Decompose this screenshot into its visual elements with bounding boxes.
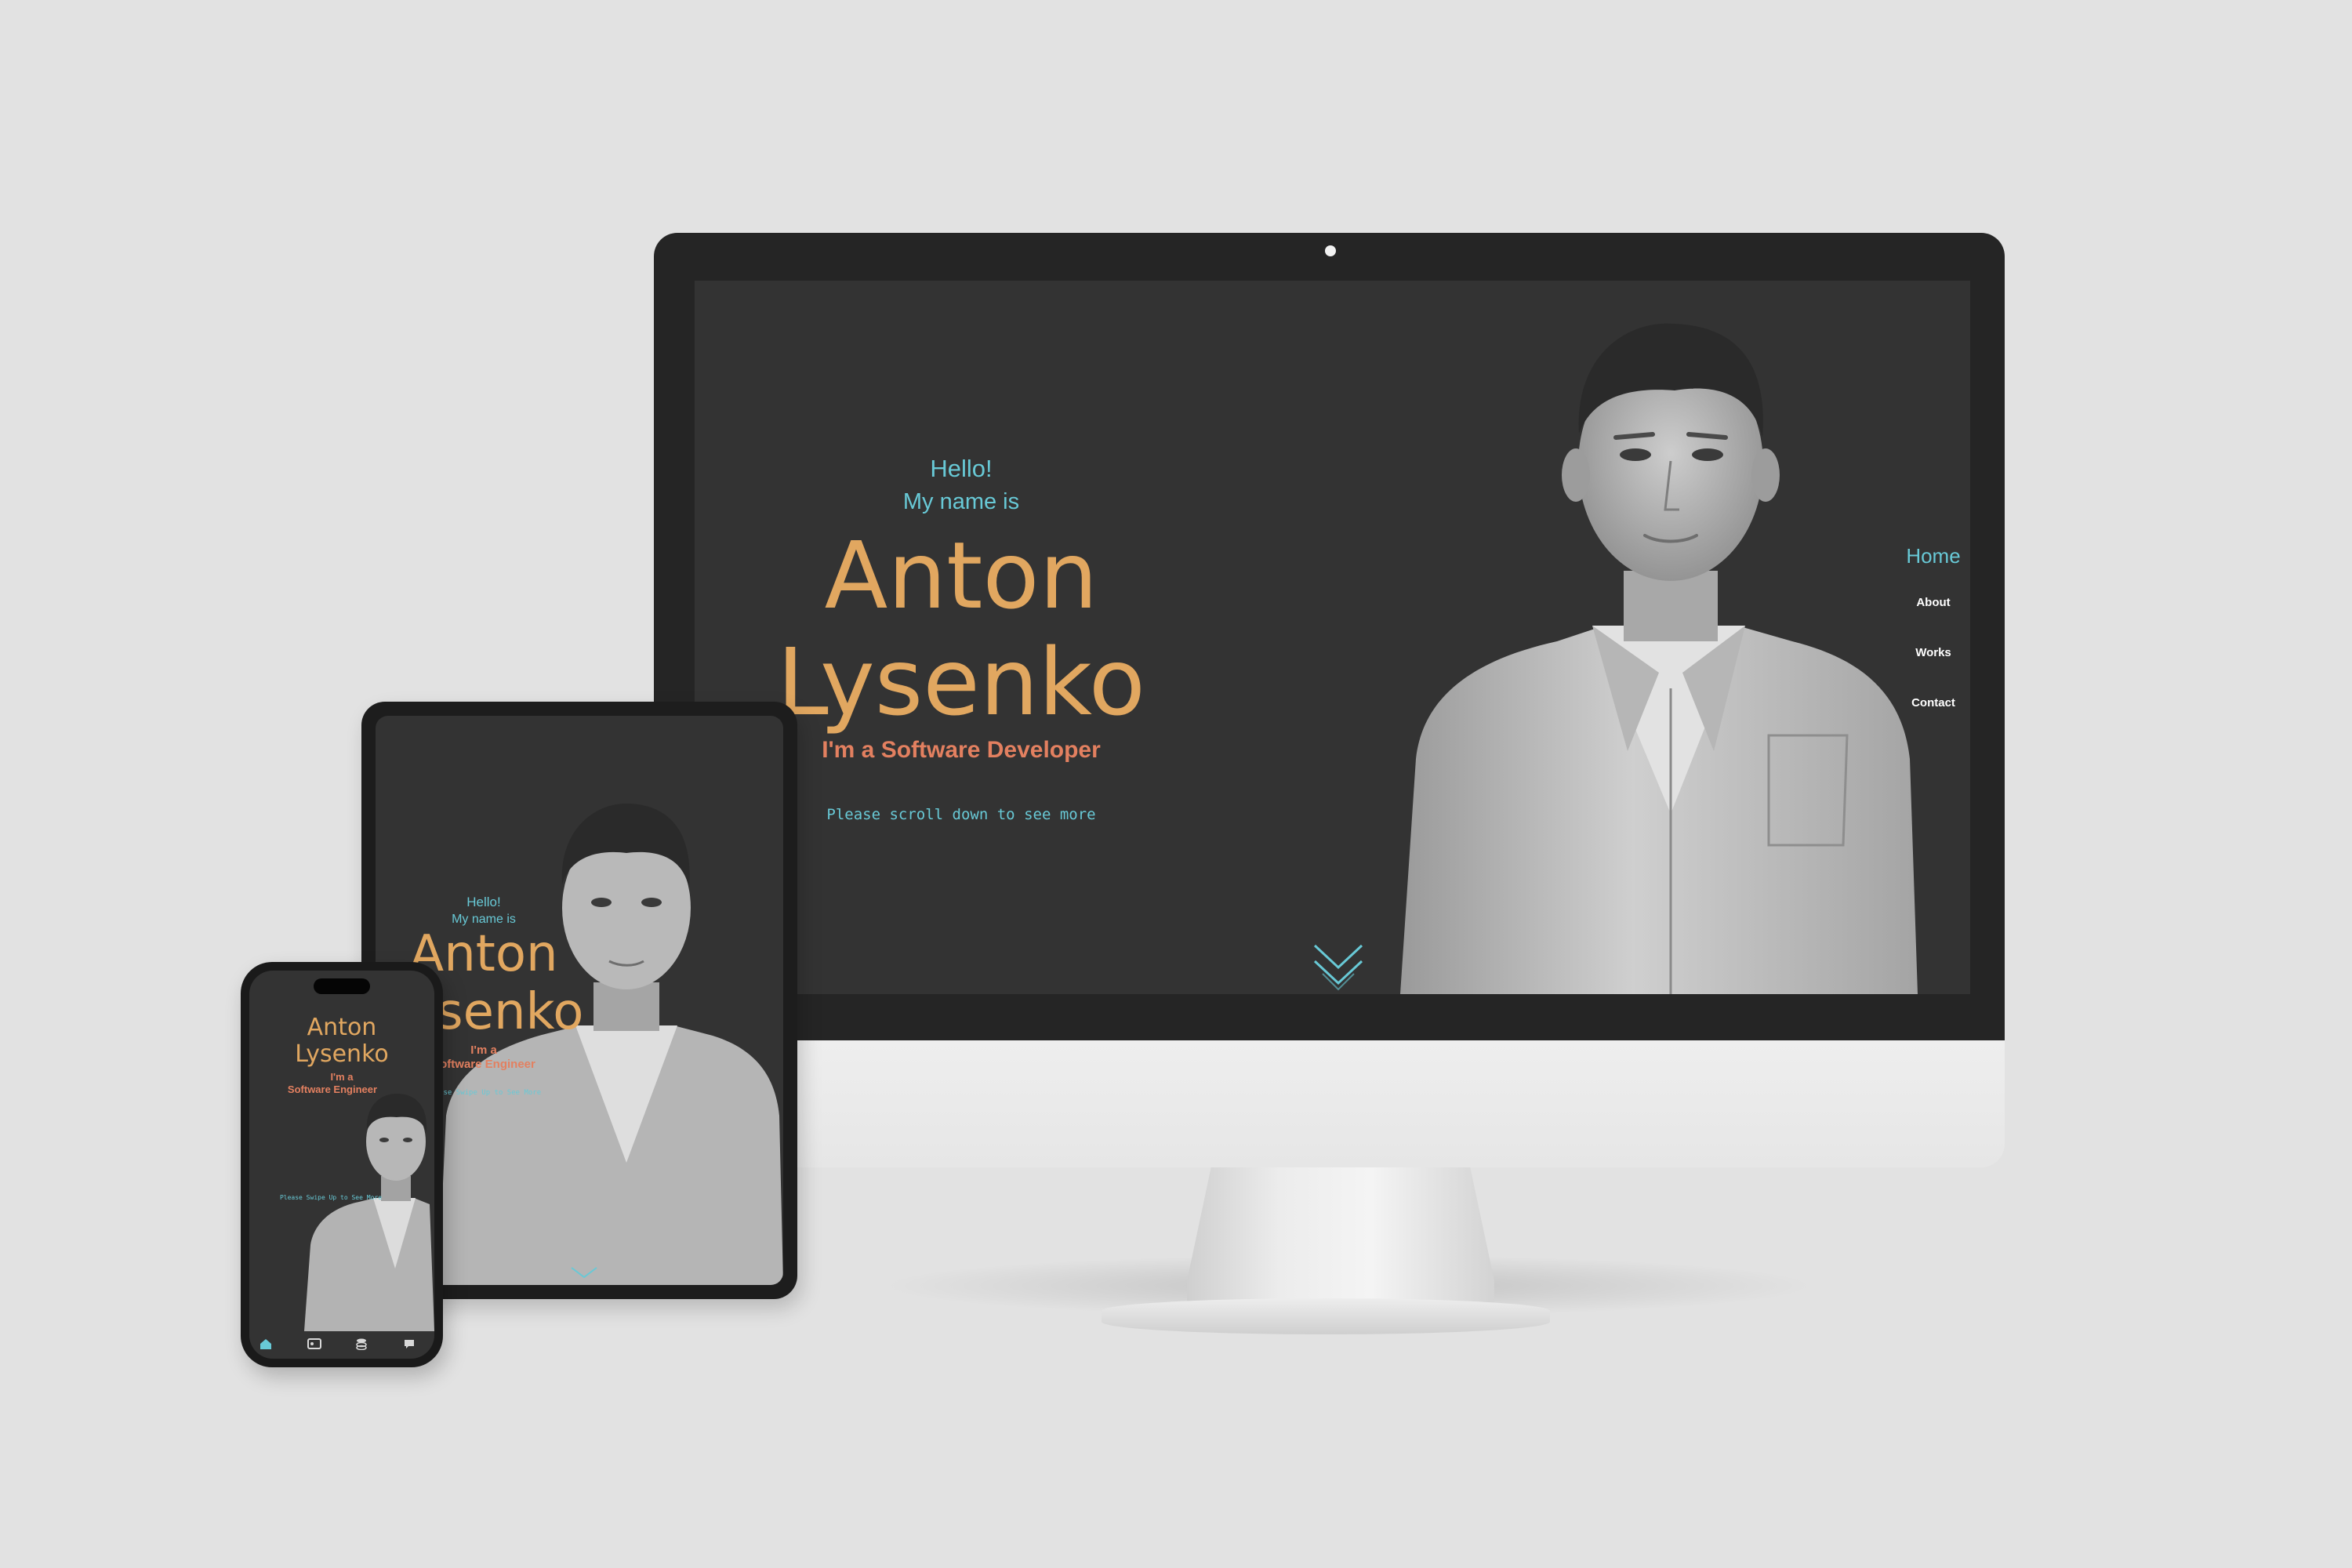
portrait-photo — [304, 1093, 434, 1331]
dynamic-island — [314, 978, 370, 994]
nav-home[interactable]: Home — [1898, 544, 1969, 568]
first-name: Anton — [824, 521, 1098, 630]
role-line-2: Software Engineer — [287, 1083, 378, 1095]
scroll-hint: Please scroll down to see more — [826, 806, 1096, 823]
role-line-1: I'm a — [330, 1071, 354, 1083]
double-chevron-down-icon[interactable] — [1311, 939, 1366, 994]
stack-icon[interactable] — [355, 1338, 368, 1350]
home-icon[interactable] — [259, 1338, 273, 1350]
phone-screen: Anton Lysenko I'm a Software Engineer Pl… — [249, 971, 434, 1359]
greeting: Hello! — [466, 895, 501, 909]
phone-device: Anton Lysenko I'm a Software Engineer Pl… — [241, 962, 443, 1367]
monitor-stand — [1187, 1165, 1494, 1306]
greeting: Hello! — [930, 455, 993, 482]
nav-contact[interactable]: Contact — [1898, 696, 1969, 710]
swipe-hint: Please Swipe Up to See More — [279, 1194, 383, 1201]
nav-about[interactable]: About — [1898, 596, 1969, 609]
monitor-chin — [654, 1040, 2005, 1167]
intro-text: My name is — [902, 489, 1020, 514]
role-text: I'm a Software Developer — [822, 737, 1101, 763]
id-card-icon[interactable] — [307, 1338, 321, 1349]
nav-works[interactable]: Works — [1898, 646, 1969, 659]
last-name: Lysenko — [295, 1040, 389, 1068]
monitor-base — [1102, 1298, 1550, 1334]
double-chevron-down-icon[interactable] — [568, 1265, 600, 1282]
portrait-photo — [1400, 323, 1918, 994]
monitor-camera — [1325, 245, 1336, 256]
tab-bar — [249, 1330, 434, 1359]
desktop-screen: Hello! My name is Anton Lysenko I'm a So… — [695, 281, 1970, 994]
last-name: Lysenko — [777, 628, 1145, 736]
first-name: Anton — [307, 1014, 377, 1041]
chat-icon[interactable] — [403, 1338, 416, 1350]
